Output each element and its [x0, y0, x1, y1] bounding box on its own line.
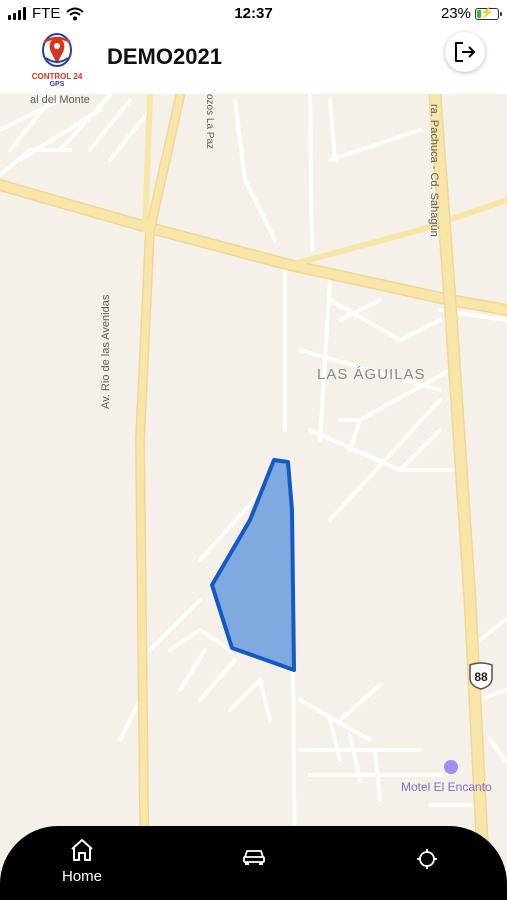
logo-text-line2: GPS: [49, 81, 65, 88]
nav-location[interactable]: [405, 848, 449, 875]
logo-text-line1: CONTROL 24: [31, 72, 83, 81]
car-icon: [243, 850, 265, 865]
poi-label[interactable]: Motel El Encanto: [401, 780, 492, 794]
status-bar: FTE 12:37 23% ⚡: [0, 0, 507, 28]
poi-marker-icon[interactable]: [444, 760, 458, 774]
highway-shield: 88: [468, 662, 494, 690]
home-icon: [71, 839, 93, 861]
bottom-navigation: Home: [0, 826, 507, 900]
logout-button[interactable]: [445, 32, 485, 72]
crosshair-icon: [417, 849, 437, 869]
nav-vehicles[interactable]: [232, 848, 276, 871]
neighborhood-label: LAS ÁGUILAS: [317, 366, 426, 383]
clock: 12:37: [234, 5, 273, 22]
logout-icon: [455, 42, 475, 62]
avenue-label-text: Av. Rio de las Avenidas: [100, 294, 112, 409]
map-view[interactable]: LAS ÁGUILAS Av. Rio de las Avenidas ra. …: [0, 94, 507, 900]
battery-icon: ⚡: [475, 7, 502, 20]
page-title: DEMO2021: [107, 44, 222, 69]
company-logo: CONTROL 24 GPS: [22, 32, 92, 90]
app-header: CONTROL 24 GPS DEMO2021: [0, 28, 507, 94]
highway-shield-number: 88: [474, 670, 488, 684]
nav-home-label: Home: [61, 868, 102, 885]
nav-home[interactable]: Home: [54, 838, 110, 885]
highway-label: ra. Pachuca - Cd. Sahagún: [428, 104, 440, 237]
street-label-top-left: al del Monte: [30, 94, 90, 106]
geofence-polygon[interactable]: [210, 458, 296, 672]
status-right: 23% ⚡: [440, 5, 502, 22]
street-label-top: ozos La Paz: [204, 94, 215, 150]
battery-percent: 23%: [440, 5, 471, 22]
